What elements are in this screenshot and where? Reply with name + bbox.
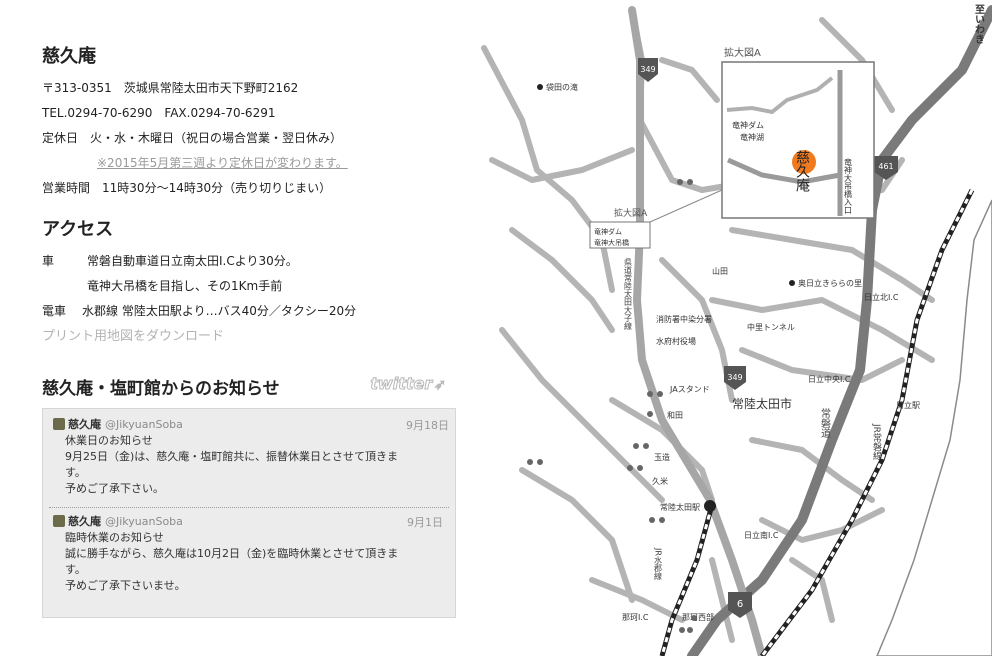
label-mizufu: 水府村役場 (656, 336, 696, 346)
label-hitachi-chuo: 日立中央I.C (808, 374, 851, 384)
label-fire-station: 消防署中染分署 (656, 314, 712, 324)
access-map: 349 349 461 6 竜神ダム 竜神湖 慈久庵 竜神大吊橋入口 拡大図A … (481, 4, 992, 656)
inset-shop-label: 慈久庵 (794, 150, 810, 192)
tweet-line: 誠に勝手ながら、慈久庵は10月2日（金)を臨時休業とさせて頂きま (65, 547, 399, 560)
inset-map-a[interactable]: 竜神ダム 竜神湖 慈久庵 竜神大吊橋入口 拡大図A (721, 46, 875, 219)
tweet-header: 慈久庵 @JikyuanSoba (53, 417, 447, 433)
twitter-logo[interactable]: twitter ➶ (370, 374, 447, 394)
closed-days: 定休日 火・水・木曜日（祝日の場合営業・翌日休み） (42, 126, 462, 151)
twitter-bird-icon: ➶ (434, 377, 447, 394)
label-jr-joban: JR常磐線 (871, 423, 882, 460)
label-ja-stand: JAスタンド (669, 385, 710, 394)
tweet-feed[interactable]: 慈久庵 @JikyuanSoba 9月18日 休業日のお知らせ 9月25日（金)は… (42, 408, 456, 618)
svg-text:竜神大吊橋: 竜神大吊橋 (594, 238, 629, 247)
tweet-header: 慈久庵 @JikyuanSoba (53, 514, 441, 530)
closed-notice[interactable]: ※2015年5月第三週より定休日が変わります。 (42, 151, 462, 176)
shop-phone-fax: TEL.0294-70-6290 FAX.0294-70-6291 (42, 106, 276, 120)
print-map-link[interactable]: プリント用地図をダウンロード (42, 324, 462, 349)
tweet-handle[interactable]: @JikyuanSoba (105, 418, 183, 431)
tweet-line: 予めご了承下さい。 (65, 482, 164, 495)
svg-text:竜神ダム: 竜神ダム (594, 227, 622, 236)
tweet-body: 休業日のお知らせ 9月25日（金)は、慈久庵・塩町館共に、振替休業日とさせて頂き… (53, 433, 447, 497)
label-yamada: 山田 (712, 266, 728, 276)
label-station: 常陸太田駅 (660, 502, 700, 512)
label-naka-west: 那珂西部 (682, 612, 714, 622)
access-car: 車 常磐自動車道日立南太田I.Cより30分。 (42, 249, 462, 274)
news-header: 慈久庵・塩町館からのお知らせ twitter ➶ (42, 374, 452, 400)
label-hitachi-kita: 日立北I.C (864, 292, 899, 302)
svg-text:6: 6 (737, 599, 743, 610)
label-hitachi-station: 日立駅 (896, 400, 920, 410)
car-label: 車 (42, 254, 55, 268)
svg-text:竜神大吊橋入口: 竜神大吊橋入口 (844, 157, 853, 214)
business-hours: 営業時間 11時30分～14時30分（売り切りじまい） (42, 176, 462, 201)
news-title: 慈久庵・塩町館からのお知らせ (42, 379, 280, 399)
label-naka-ic: 那珂I.C (622, 613, 649, 622)
label-fukuroda: 袋田の滝 (546, 82, 578, 92)
label-hitachi-minami: 日立南I.C (744, 530, 779, 540)
label-city: 常陸太田市 (732, 396, 792, 411)
station-marker-icon (704, 500, 716, 512)
shop-address: 〒313-0351 茨城県常陸太田市天下野町2162 (42, 81, 299, 95)
closed-label: 定休日 (42, 131, 79, 145)
twitter-logo-text: twitter (370, 374, 433, 394)
label-kume: 久米 (652, 476, 668, 486)
train-directions: 水郡線 常陸太田駅より…バス40分／タクシー20分 (82, 304, 357, 318)
hours-label: 営業時間 (42, 181, 91, 195)
tweet-date[interactable]: 9月1日 (407, 514, 443, 530)
label-iwaki: 至いわき (973, 4, 985, 44)
inset-a-marker[interactable]: 竜神ダム 竜神大吊橋 拡大図A (589, 207, 651, 249)
tweet-handle[interactable]: @JikyuanSoba (105, 515, 183, 528)
svg-text:461: 461 (878, 162, 893, 171)
tweet-body: 臨時休業のお知らせ 誠に勝手ながら、慈久庵は10月2日（金)を臨時休業とさせて頂… (53, 530, 441, 594)
access-car-detail: 竜神大吊橋を目指し、その1Km手前 (87, 279, 283, 293)
svg-text:349: 349 (640, 65, 655, 74)
label-suigun: JR水郡線 (654, 547, 663, 580)
label-wada: 和田 (667, 411, 683, 420)
access-train: 電車 水郡線 常陸太田駅より…バス40分／タクシー20分 (42, 299, 462, 324)
tweet-line: 臨時休業のお知らせ (65, 531, 164, 544)
label-okutachi: 奥日立きららの里 (798, 278, 862, 288)
tweet-item[interactable]: 慈久庵 @JikyuanSoba 9月18日 休業日のお知らせ 9月25日（金)は… (43, 409, 455, 497)
tweet-line: す。 (65, 563, 86, 576)
access-heading: アクセス (42, 219, 114, 240)
tweet-item[interactable]: 慈久庵 @JikyuanSoba 9月1日 臨時休業のお知らせ 誠に勝手ながら、慈… (49, 507, 449, 594)
tweet-line: 予めご了承下さいませ。 (65, 579, 186, 592)
closed-notice-link[interactable]: ※2015年5月第三週より定休日が変わります。 (97, 156, 348, 170)
tweet-line: 休業日のお知らせ (65, 434, 153, 447)
label-tamazo: 玉造 (654, 452, 670, 462)
label-nakasato: 中里トンネル (747, 322, 795, 332)
avatar-icon[interactable] (53, 418, 65, 430)
svg-text:拡大図A: 拡大図A (614, 207, 648, 219)
tweet-date[interactable]: 9月18日 (406, 417, 449, 433)
closed-value: 火・水・木曜日（祝日の場合営業・翌日休み） (90, 131, 343, 145)
shop-name: 慈久庵 (42, 46, 96, 67)
label-prefectural-road: 県道常陸太田大子線 (624, 258, 633, 330)
svg-text:竜神ダム: 竜神ダム (732, 120, 764, 130)
svg-text:349: 349 (727, 373, 742, 382)
car-directions: 常磐自動車道日立南太田I.Cより30分。 (87, 254, 298, 268)
tweet-line: す。 (65, 466, 86, 479)
tweet-user[interactable]: 慈久庵 (68, 515, 101, 528)
tweet-user[interactable]: 慈久庵 (68, 418, 101, 431)
inset-title: 拡大図A (724, 46, 761, 59)
svg-text:竜神湖: 竜神湖 (740, 132, 764, 142)
train-label: 電車 (42, 304, 67, 318)
label-joban-expressway: 常磐道 (819, 407, 831, 438)
avatar-icon[interactable] (53, 515, 65, 527)
tweet-line: 9月25日（金)は、慈久庵・塩町館共に、振替休業日とさせて頂きま (65, 450, 398, 463)
hours-value: 11時30分～14時30分（売り切りじまい） (102, 181, 332, 195)
shop-info: 慈久庵 〒313-0351 茨城県常陸太田市天下野町2162 TEL.0294-… (42, 42, 462, 349)
